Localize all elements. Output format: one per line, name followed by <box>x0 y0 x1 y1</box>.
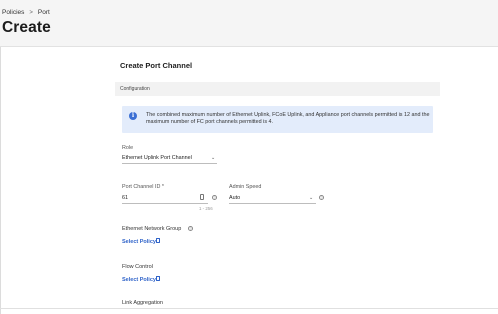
breadcrumb-policies[interactable]: Policies <box>2 9 24 16</box>
left-divider <box>0 47 1 314</box>
admin-speed-help-icon[interactable]: ? <box>319 195 324 200</box>
stepper-icon[interactable] <box>200 194 204 200</box>
ethernet-network-group-label: Ethernet Network Group <box>122 226 182 232</box>
ethernet-network-group-select-policy-link[interactable]: Select Policy <box>122 239 156 245</box>
chevron-down-icon[interactable]: ⌄ <box>211 155 215 161</box>
section-label: Configuration <box>120 86 150 92</box>
bottom-divider <box>0 308 498 309</box>
admin-speed-select[interactable]: Auto <box>229 195 240 201</box>
port-channel-id-label: Port Channel ID * <box>122 184 164 190</box>
flow-control-label: Flow Control <box>122 264 153 270</box>
configuration-section-header: Configuration <box>115 82 440 96</box>
flow-control-select-policy-link[interactable]: Select Policy <box>122 277 156 283</box>
policy-list-icon[interactable] <box>156 276 160 281</box>
port-channel-id-help-icon[interactable]: ? <box>212 195 217 200</box>
link-aggregation-label: Link Aggregation <box>122 300 163 306</box>
role-select[interactable]: Ethernet Uplink Port Channel <box>122 155 192 161</box>
page-header: Policies > Port Create <box>0 0 498 47</box>
port-channel-id-hint: 1 - 256 <box>199 206 213 211</box>
port-channel-id-underline <box>122 203 208 204</box>
ethernet-network-group-help-icon[interactable]: ? <box>188 226 193 231</box>
breadcrumb-port[interactable]: Port <box>38 9 50 16</box>
page-title: Create <box>2 19 51 36</box>
info-text: The combined maximum number of Ethernet … <box>146 112 430 126</box>
role-label: Role <box>122 145 134 151</box>
admin-speed-underline <box>229 203 316 204</box>
chevron-down-icon[interactable]: ⌄ <box>309 195 313 201</box>
breadcrumb-separator: > <box>29 9 33 16</box>
admin-speed-label: Admin Speed <box>229 184 262 190</box>
policy-list-icon[interactable] <box>156 238 160 243</box>
info-icon: i <box>129 112 137 120</box>
port-channel-id-input[interactable]: 61 <box>122 195 128 201</box>
breadcrumb: Policies > Port <box>2 9 50 16</box>
role-underline <box>122 163 217 164</box>
form-title: Create Port Channel <box>120 61 193 70</box>
info-banner: i The combined maximum number of Etherne… <box>122 106 433 133</box>
